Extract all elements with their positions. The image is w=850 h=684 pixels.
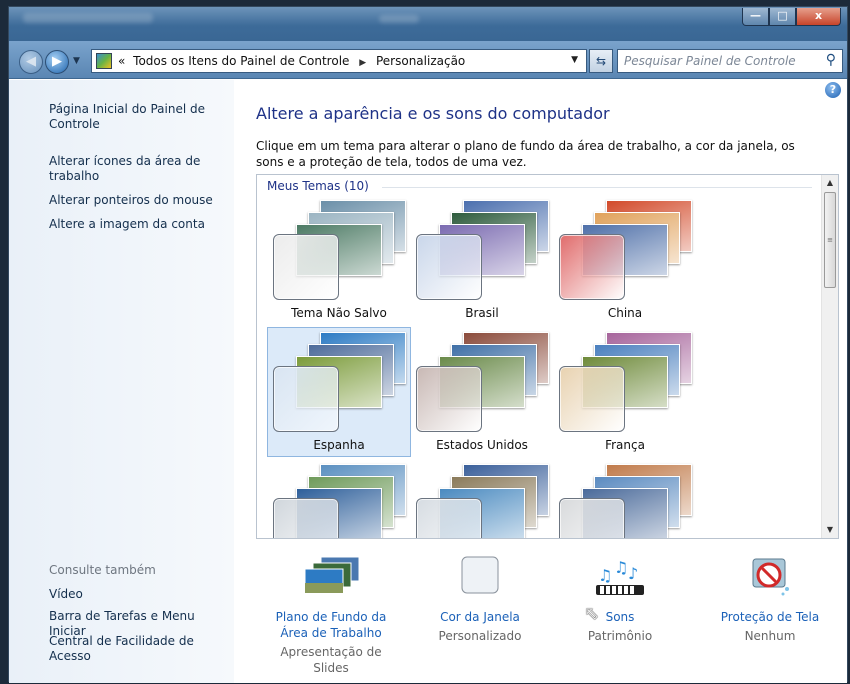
theme-list-scrollbar[interactable]: ▲ ≡ ▼ bbox=[821, 175, 838, 538]
theme-name: Estados Unidos bbox=[436, 438, 528, 452]
content-area: Página Inicial do Painel de Controle Alt… bbox=[9, 80, 847, 683]
address-dropdown-icon[interactable]: ▼ bbox=[571, 55, 578, 65]
page-description: Clique em um tema para alterar o plano d… bbox=[256, 139, 795, 169]
sounds-icon: ♫ ♫ ♪ bbox=[596, 558, 644, 595]
minimize-button[interactable]: — bbox=[742, 8, 769, 26]
help-icon[interactable]: ? bbox=[825, 82, 841, 98]
theme-color-swatch bbox=[559, 234, 625, 300]
window-color-link[interactable]: Cor da Janela bbox=[427, 609, 533, 625]
breadcrumb: « Todos os Itens do Painel de Controle ▶… bbox=[118, 54, 465, 68]
theme-tile[interactable]: Tema Não Salvo bbox=[267, 195, 411, 325]
screensaver-icon bbox=[752, 558, 789, 596]
change-desktop-icons-link[interactable]: Alterar ícones da área de trabalho bbox=[49, 154, 219, 184]
svg-text:♫: ♫ bbox=[614, 558, 628, 577]
navigation-bar: ◀ ▶ ▼ « Todos os Itens do Painel de Cont… bbox=[9, 41, 847, 79]
svg-text:♫: ♫ bbox=[598, 566, 612, 585]
theme-tile[interactable] bbox=[553, 459, 697, 538]
title-bar: — □ x bbox=[9, 7, 847, 41]
theme-color-swatch bbox=[559, 366, 625, 432]
theme-color-swatch bbox=[416, 498, 482, 538]
screensaver-value: Nenhum bbox=[744, 629, 796, 643]
theme-tile[interactable]: China bbox=[553, 195, 697, 325]
scrollbar-thumb[interactable]: ≡ bbox=[824, 192, 836, 288]
refresh-button[interactable]: ⇆ bbox=[589, 49, 613, 73]
theme-tile[interactable]: Espanha bbox=[267, 327, 411, 457]
maximize-button[interactable]: □ bbox=[769, 8, 796, 26]
screensaver-link[interactable]: Proteção de Tela bbox=[715, 609, 825, 625]
desktop-background-value: Apresentação de Slides bbox=[280, 645, 382, 675]
theme-name: Tema Não Salvo bbox=[291, 306, 387, 320]
change-account-picture-link[interactable]: Altere a imagem da conta bbox=[49, 217, 219, 232]
sounds-value: Patrimônio bbox=[587, 629, 653, 643]
theme-name: Espanha bbox=[313, 438, 365, 452]
theme-tile[interactable]: Estados Unidos bbox=[410, 327, 554, 457]
desktop-background-option[interactable]: Plano de Fundo da Área de Trabalho Apres… bbox=[261, 555, 401, 676]
my-themes-group-header[interactable]: Meus Temas (10) bbox=[267, 179, 369, 193]
search-icon[interactable]: ⚲ bbox=[826, 52, 836, 68]
theme-tile[interactable]: França bbox=[553, 327, 697, 457]
task-pane: Página Inicial do Painel de Controle Alt… bbox=[9, 80, 234, 683]
sounds-option[interactable]: ♫ ♫ ♪ Sons Patrimônio bbox=[575, 555, 665, 644]
breadcrumb-overflow-chevron[interactable]: « bbox=[118, 54, 125, 68]
theme-tile[interactable] bbox=[410, 459, 554, 538]
svg-text:♪: ♪ bbox=[628, 564, 638, 583]
theme-name: China bbox=[607, 306, 643, 320]
control-panel-home-link[interactable]: Página Inicial do Painel de Controle bbox=[49, 102, 219, 132]
theme-color-swatch bbox=[559, 498, 625, 538]
search-box[interactable]: ⚲ bbox=[617, 49, 843, 73]
theme-color-swatch bbox=[273, 498, 339, 538]
window-color-icon bbox=[461, 556, 499, 594]
theme-list[interactable]: Meus Temas (10) Tema Não Salvo Brasil Chin… bbox=[256, 174, 839, 539]
theme-tile[interactable] bbox=[267, 459, 411, 538]
breadcrumb-item-personalization[interactable]: Personalização bbox=[376, 54, 465, 68]
breadcrumb-item-all-control-panel-items[interactable]: Todos os Itens do Painel de Controle bbox=[133, 54, 349, 68]
scroll-down-icon[interactable]: ▼ bbox=[822, 522, 838, 538]
control-panel-icon bbox=[96, 53, 112, 69]
see-also-display-link[interactable]: Vídeo bbox=[49, 587, 229, 602]
see-also-heading: Consulte também bbox=[49, 563, 156, 577]
scroll-up-icon[interactable]: ▲ bbox=[822, 175, 838, 191]
change-mouse-pointers-link[interactable]: Alterar ponteiros do mouse bbox=[49, 193, 219, 208]
theme-color-swatch bbox=[416, 366, 482, 432]
breadcrumb-separator-icon[interactable]: ▶ bbox=[359, 58, 366, 68]
close-button[interactable]: x bbox=[796, 8, 841, 26]
theme-color-swatch bbox=[273, 366, 339, 432]
window-color-option[interactable]: Cor da Janela Personalizado bbox=[427, 555, 533, 644]
desktop-background-link[interactable]: Plano de Fundo da Área de Trabalho bbox=[261, 609, 401, 641]
search-input[interactable] bbox=[624, 51, 814, 71]
see-also-ease-of-access-link[interactable]: Central de Facilidade de Acesso bbox=[49, 634, 199, 664]
page-title: Altere a aparência e os sons do computad… bbox=[256, 104, 610, 123]
screensaver-option[interactable]: Proteção de Tela Nenhum bbox=[715, 555, 825, 644]
theme-name: Brasil bbox=[465, 306, 499, 320]
theme-color-swatch bbox=[273, 234, 339, 300]
control-panel-window: — □ x ◀ ▶ ▼ « Todos os Itens do Painel d… bbox=[8, 6, 848, 683]
theme-color-swatch bbox=[416, 234, 482, 300]
theme-name: França bbox=[605, 438, 645, 452]
desktop-background-icon bbox=[304, 556, 360, 594]
recent-pages-dropdown[interactable]: ▼ bbox=[73, 56, 80, 66]
window-color-value: Personalizado bbox=[438, 629, 522, 643]
mouse-pointer-icon: ⬁ bbox=[584, 603, 600, 624]
theme-tile[interactable]: Brasil bbox=[410, 195, 554, 325]
forward-button[interactable]: ▶ bbox=[45, 50, 69, 74]
address-bar[interactable]: « Todos os Itens do Painel de Controle ▶… bbox=[91, 49, 587, 73]
back-button[interactable]: ◀ bbox=[19, 50, 43, 74]
